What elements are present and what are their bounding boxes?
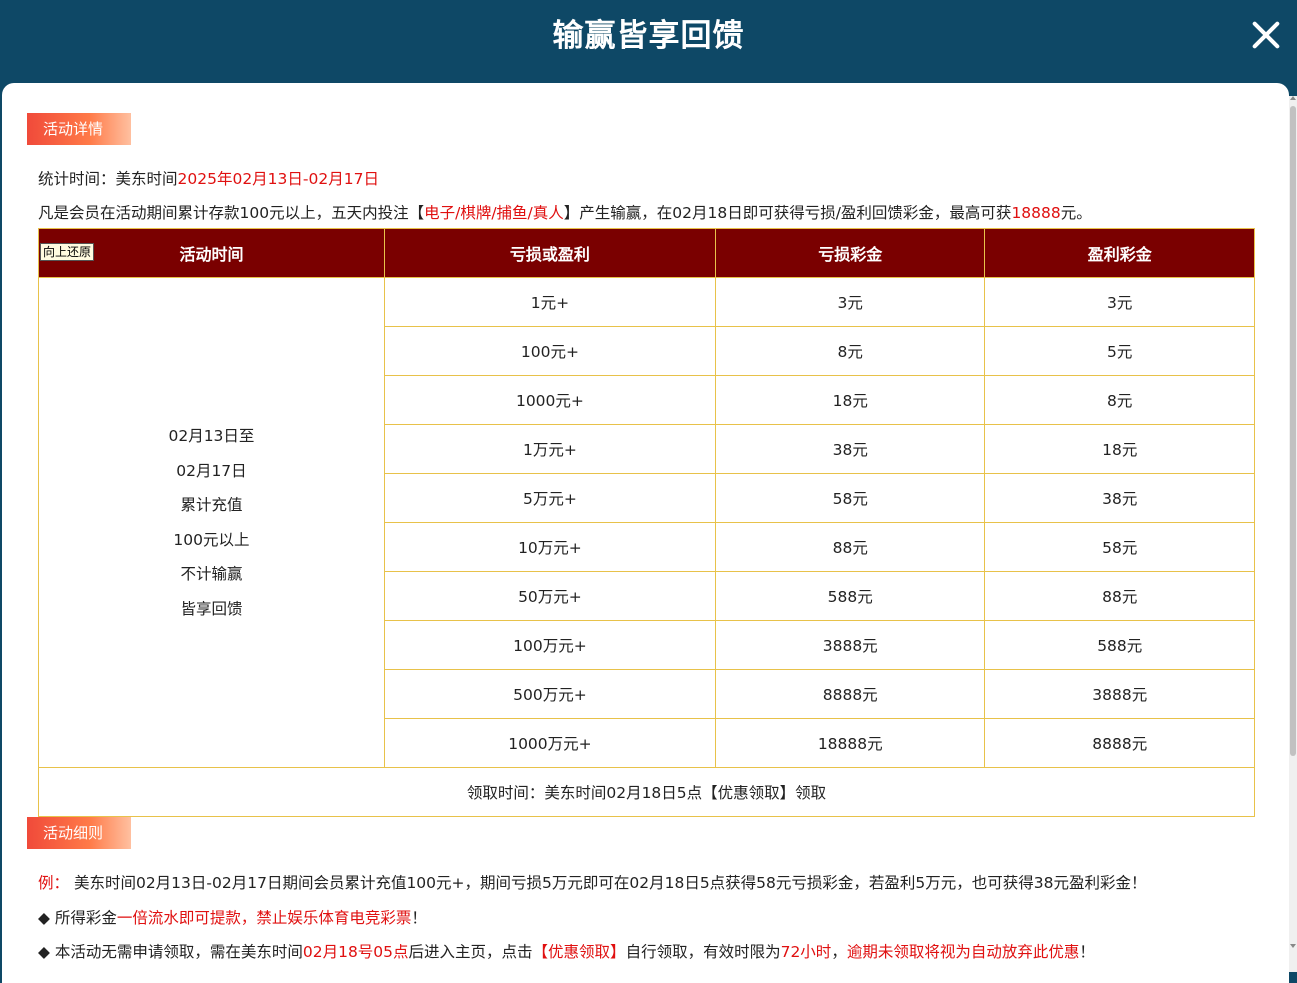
close-icon[interactable] — [1245, 14, 1287, 56]
table-row: 02月13日至 02月17日 累计充值 100元以上 不计输赢 皆享回馈 1元+… — [38, 277, 1255, 768]
rule-2-comma: ， — [831, 943, 847, 961]
loss-bonus-cell: 8888元 — [714, 669, 986, 719]
tier-cell: 100元+ — [383, 326, 716, 376]
scrollbar[interactable] — [1289, 96, 1297, 972]
scroll-thumb[interactable] — [1290, 106, 1296, 756]
profit-bonus-cell: 18元 — [984, 424, 1255, 474]
profit-bonus-cell: 3888元 — [984, 669, 1255, 719]
profit-bonus-cell: 3元 — [984, 277, 1255, 327]
tier-cell: 100万元+ — [383, 620, 716, 670]
stats-label: 统计时间：美东时间 — [38, 170, 178, 188]
intro-games: 电子/棋牌/捕鱼/真人 — [424, 204, 564, 222]
rule-2-text-c: 自行领取，有效时限为 — [625, 943, 781, 961]
stats-time: 统计时间：美东时间2025年02月13日-02月17日 — [38, 167, 379, 189]
tier-cell: 5万元+ — [383, 473, 716, 523]
period-line: 不计输赢 — [180, 565, 243, 583]
profit-bonus-cell: 8888元 — [984, 718, 1255, 768]
loss-bonus-cell: 88元 — [714, 522, 986, 572]
header-activity-time: 向上还原 活动时间 — [38, 228, 385, 278]
profit-bonus-cell: 8元 — [984, 375, 1255, 425]
loss-bonus-cell: 588元 — [714, 571, 986, 621]
loss-bonus-cell: 18元 — [714, 375, 986, 425]
tier-cell: 10万元+ — [383, 522, 716, 572]
section-tag-rules: 活动细则 — [27, 817, 131, 849]
period-line: 02月13日至 — [168, 427, 255, 445]
loss-bonus-cell: 58元 — [714, 473, 986, 523]
profit-bonus-cell: 588元 — [984, 620, 1255, 670]
example-label: 例： — [38, 874, 70, 892]
rule-1: ◆ 所得彩金一倍流水即可提款，禁止娱乐体育电竞彩票！ — [38, 906, 427, 928]
tier-cell: 1000元+ — [383, 375, 716, 425]
loss-bonus-cell: 3888元 — [714, 620, 986, 670]
rule-2-time: 02月18号05点 — [302, 943, 409, 961]
scroll-up-icon[interactable] — [1290, 96, 1296, 100]
loss-bonus-cell: 8元 — [714, 326, 986, 376]
header-loss-or-profit: 亏损或盈利 — [383, 228, 716, 278]
header-profit-bonus: 盈利彩金 — [984, 228, 1255, 278]
rule-2-text: ◆ 本活动无需申请领取，需在美东时间 — [38, 943, 303, 961]
header-activity-time-label: 活动时间 — [179, 245, 244, 264]
content-panel[interactable]: 活动详情 统计时间：美东时间2025年02月13日-02月17日 凡是会员在活动… — [2, 83, 1289, 983]
profit-bonus-cell: 88元 — [984, 571, 1255, 621]
tier-cell: 1000万元+ — [383, 718, 716, 768]
intro-max: 18888 — [1011, 204, 1061, 222]
intro-part3: 元。 — [1060, 204, 1092, 222]
claim-time-cell: 领取时间：美东时间02月18日5点【优惠领取】领取 — [38, 767, 1255, 817]
intro-text: 凡是会员在活动期间累计存款100元以上，五天内投注【电子/棋牌/捕鱼/真人】产生… — [38, 201, 1092, 223]
period-line: 累计充值 — [180, 496, 243, 514]
profit-bonus-cell: 38元 — [984, 473, 1255, 523]
intro-part1: 凡是会员在活动期间累计存款100元以上，五天内投注【 — [38, 204, 425, 222]
rule-1-text: ◆ 所得彩金 — [38, 909, 117, 927]
loss-bonus-cell: 18888元 — [714, 718, 986, 768]
loss-bonus-cell: 38元 — [714, 424, 986, 474]
rule-1-end: ！ — [411, 909, 427, 927]
table-footer-row: 领取时间：美东时间02月18日5点【优惠领取】领取 — [38, 767, 1255, 817]
period-line: 皆享回馈 — [180, 599, 243, 618]
example-text: 美东时间02月13日-02月17日期间会员累计充值100元+，期间亏损5万元即可… — [73, 874, 1147, 892]
restore-up-button[interactable]: 向上还原 — [40, 243, 95, 261]
header-loss-bonus: 亏损彩金 — [714, 228, 986, 278]
tier-cell: 1万元+ — [383, 424, 716, 474]
rule-2: ◆ 本活动无需申请领取，需在美东时间02月18号05点后进入主页，点击【优惠领取… — [38, 940, 1095, 962]
rule-example: 例： 美东时间02月13日-02月17日期间会员累计充值100元+，期间亏损5万… — [38, 871, 1147, 893]
rule-2-claim: 【优惠领取】 — [532, 943, 626, 961]
rule-2-warning: 逾期未领取将视为自动放弃此优惠 — [846, 943, 1080, 961]
tier-cell: 1元+ — [383, 277, 716, 327]
loss-bonus-cell: 3元 — [714, 277, 986, 327]
section-tag-details: 活动详情 — [27, 113, 131, 145]
period-line: 100元以上 — [173, 530, 250, 549]
rule-2-text-b: 后进入主页，点击 — [408, 943, 533, 961]
intro-part2: 】产生输赢，在02月18日即可获得亏损/盈利回馈彩金，最高可获 — [563, 204, 1012, 222]
table-header-row: 向上还原 活动时间 亏损或盈利 亏损彩金 盈利彩金 — [38, 228, 1255, 278]
reward-table: 向上还原 活动时间 亏损或盈利 亏损彩金 盈利彩金 02月13日至 02月17日… — [38, 228, 1255, 817]
profit-bonus-cell: 5元 — [984, 326, 1255, 376]
scroll-down-icon[interactable] — [1290, 944, 1296, 948]
modal-title: 输赢皆享回馈 — [552, 18, 745, 54]
stats-range: 2025年02月13日-02月17日 — [177, 170, 379, 188]
rule-1-highlight: 一倍流水即可提款，禁止娱乐体育电竞彩票 — [116, 909, 412, 927]
rule-2-end: ！ — [1079, 943, 1095, 961]
modal-header: 输赢皆享回馈 — [0, 0, 1297, 84]
period-cell: 02月13日至 02月17日 累计充值 100元以上 不计输赢 皆享回馈 — [38, 277, 385, 768]
tier-cell: 500万元+ — [383, 669, 716, 719]
period-line: 02月17日 — [176, 461, 247, 480]
profit-bonus-cell: 58元 — [984, 522, 1255, 572]
rule-2-duration: 72小时 — [780, 943, 832, 961]
tier-cell: 50万元+ — [383, 571, 716, 621]
